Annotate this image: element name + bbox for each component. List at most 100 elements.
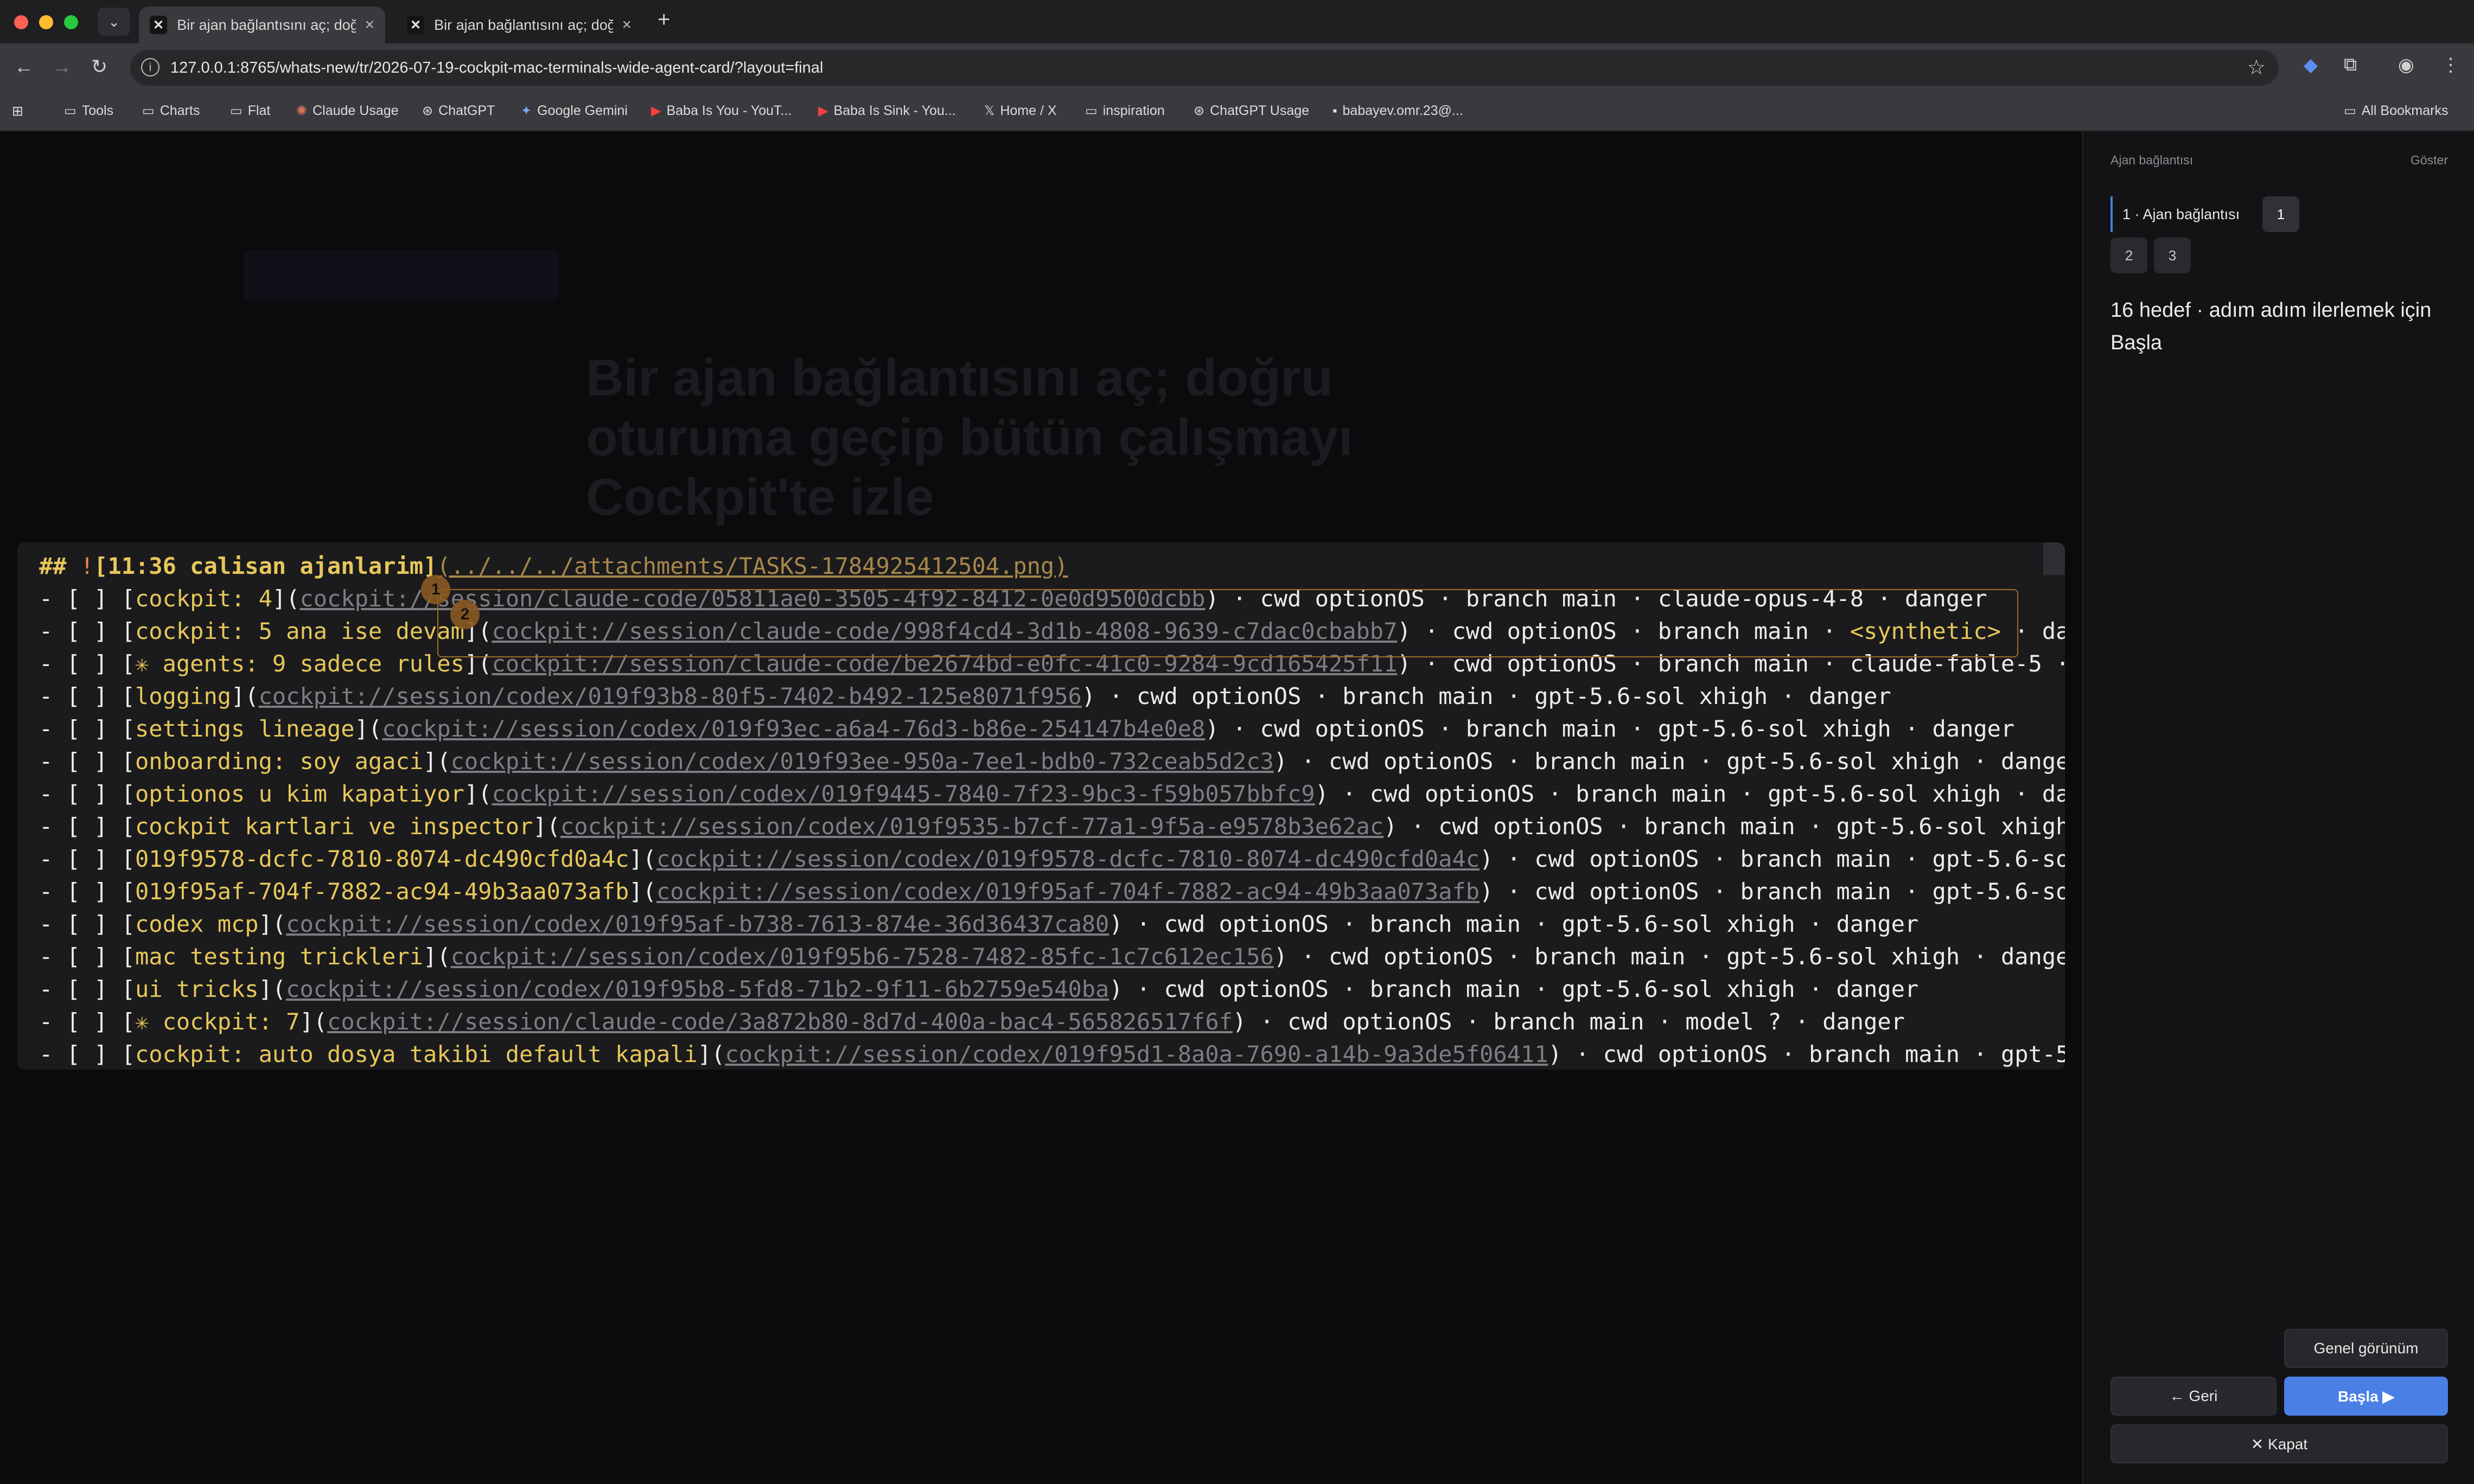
link-close: ) [1315,781,1329,807]
task-meta: · cwd optionOS · branch main · gpt-5.6-s… [1328,781,2065,807]
task-line: - [ ] [logging](cockpit://session/codex/… [39,680,2065,713]
back-arrow-icon[interactable]: ← [14,55,34,78]
tab-active[interactable]: ✕ Bir ajan bağlantısını aç; doğru × [139,7,385,43]
checkbox-marker[interactable]: - [ ] [ [39,911,135,937]
header-path[interactable]: (../../../attachments/TASKS-178492541250… [437,553,1068,579]
checkbox-marker[interactable]: - [ ] [ [39,943,135,970]
address-bar[interactable]: i 127.0.0.1:8765/whats-new/tr/2026-07-19… [130,50,2279,86]
new-tab-button[interactable]: + [658,8,670,32]
site-info-icon[interactable]: i [141,58,160,76]
forward-arrow-icon[interactable]: → [52,55,72,78]
link-close: ) [1109,976,1123,1002]
bookmark-chatgpt-usage[interactable]: ⊛ ChatGPT Usage [1194,103,1309,119]
x-icon: 𝕏 [984,104,995,118]
link-close: ) [1480,846,1494,872]
apps-grid-icon[interactable]: ⊞ [12,103,23,119]
session-link[interactable]: cockpit://session/codex/019f95b6-7528-74… [451,943,1274,970]
terminal-scrollbar[interactable] [2043,542,2065,575]
task-line: - [ ] [019f9578-dcfc-7810-8074-dc490cfd0… [39,843,2065,875]
start-button[interactable]: Başla ▶ [2284,1377,2448,1416]
minimize-window-button[interactable] [39,15,53,29]
bookmark-inspiration[interactable]: ▭ inspiration [1085,103,1165,119]
youtube-icon: ▶ [651,104,661,118]
close-window-button[interactable] [14,15,28,29]
session-link[interactable]: cockpit://session/codex/019f95af-b738-76… [286,911,1109,937]
task-title: onboarding: soy agaci [135,748,424,775]
close-tab-icon[interactable]: × [365,16,374,34]
reload-icon[interactable]: ↻ [91,55,107,78]
tab-search-button[interactable]: ⌄ [98,8,130,36]
tab-inactive[interactable]: ✕ Bir ajan bağlantısını aç; doğru × [396,7,642,43]
bookmark-star-icon[interactable]: ☆ [2247,55,2266,80]
folder-icon: ▭ [230,104,243,118]
task-line: - [ ] [onboarding: soy agaci](cockpit://… [39,745,2065,778]
bookmark-chatgpt[interactable]: ⊛ ChatGPT [422,103,495,119]
task-title: cockpit: 4 [135,585,272,612]
step-chip-1[interactable]: 1 [2262,196,2299,232]
task-title: cockpit kartlari ve inspector [135,813,533,840]
guide-panel: Ajan bağlantısı Göster 1 · Ajan bağlantı… [2082,131,2474,1484]
link-open: ]( [629,846,656,872]
task-line: - [ ] [mac testing trickleri](cockpit://… [39,941,2065,973]
session-link[interactable]: cockpit://session/codex/019f95af-704f-78… [656,878,1480,905]
close-button[interactable]: ✕ Kapat [2110,1424,2448,1463]
maximize-window-button[interactable] [64,15,78,29]
close-tab-icon[interactable]: × [622,16,632,34]
session-link[interactable]: cockpit://session/codex/019f93ee-950a-7e… [451,748,1274,775]
profile-avatar-icon[interactable]: ◉ [2398,54,2414,76]
checkbox-marker[interactable]: - [ ] [ [39,683,135,709]
step-chip-3[interactable]: 3 [2154,238,2191,273]
bookmark-gemini[interactable]: ✦ Google Gemini [521,103,628,119]
session-link[interactable]: cockpit://session/codex/019f9578-dcfc-78… [656,846,1480,872]
overview-button[interactable]: Genel görünüm [2284,1329,2448,1368]
link-open: ]( [423,943,451,970]
bookmark-babayev[interactable]: ▪ babayev.omr.23@... [1332,103,1463,119]
session-link[interactable]: cockpit://session/codex/019f95b8-5fd8-71… [286,976,1109,1002]
link-close: ) [1383,813,1398,840]
step-chip-2[interactable]: 2 [2110,238,2147,273]
terminal-header-line: ## ![11:36 calisan ajanlarim](../../../a… [39,550,2065,583]
bookmark-tools[interactable]: ▭ Tools [64,103,113,119]
all-bookmarks[interactable]: ▭ All Bookmarks [2344,103,2448,119]
extensions-puzzle-icon[interactable]: ⧉ [2344,54,2357,75]
checkbox-marker[interactable]: - [ ] [ [39,1008,135,1035]
bookmark-baba-is-you[interactable]: ▶ Baba Is You - YouT... [651,103,792,119]
session-link[interactable]: cockpit://session/codex/019f9535-b7cf-77… [560,813,1383,840]
checkbox-marker[interactable]: - [ ] [ [39,618,135,644]
bookmark-label: ChatGPT Usage [1210,103,1310,118]
checkbox-marker[interactable]: - [ ] [ [39,748,135,775]
task-meta: · cwd optionOS · branch main · gpt-5.6-s… [1287,748,2065,775]
session-link[interactable]: cockpit://session/codex/019f93ec-a6a4-76… [382,715,1205,742]
task-title: ✳ cockpit: 7 [135,1008,300,1035]
folder-icon: ▭ [1085,104,1098,118]
bookmark-charts[interactable]: ▭ Charts [142,103,200,119]
checkbox-marker[interactable]: - [ ] [ [39,813,135,840]
checkbox-marker[interactable]: - [ ] [ [39,781,135,807]
menu-kebab-icon[interactable]: ⋮ [2441,54,2460,76]
checkbox-marker[interactable]: - [ ] [ [39,715,135,742]
back-button[interactable]: ← Geri [2110,1377,2277,1416]
session-link[interactable]: cockpit://session/codex/019f93b8-80f5-74… [259,683,1082,709]
bookmark-flat[interactable]: ▭ Flat [230,103,270,119]
checkbox-marker[interactable]: - [ ] [ [39,976,135,1002]
active-step[interactable]: 1 · Ajan bağlantısı [2110,196,2241,232]
bookmark-baba-is-sink[interactable]: ▶ Baba Is Sink - You... [818,103,956,119]
bookmark-home-x[interactable]: 𝕏 Home / X [984,103,1057,119]
checkbox-marker[interactable]: - [ ] [ [39,585,135,612]
checkbox-marker[interactable]: - [ ] [ [39,878,135,905]
youtube-icon: ▶ [818,104,828,118]
site-icon: ▪ [1332,103,1337,118]
task-line: - [ ] [codex mcp](cockpit://session/code… [39,908,2065,941]
show-toggle[interactable]: Göster [2411,153,2448,168]
checkbox-marker[interactable]: - [ ] [ [39,1041,135,1067]
checkbox-marker[interactable]: - [ ] [ [39,846,135,872]
session-link[interactable]: cockpit://session/codex/019f95d1-8a0a-76… [725,1041,1548,1067]
extension-gem-icon[interactable]: ◆ [2304,54,2318,76]
session-link[interactable]: cockpit://session/claude-code/3a872b80-8… [327,1008,1233,1035]
checkbox-marker[interactable]: - [ ] [ [39,650,135,677]
bookmark-claude-usage[interactable]: ✺ Claude Usage [296,103,399,119]
task-meta: · cwd optionOS · branch main · gpt-5.6-s… [1576,1041,2065,1067]
bookmark-label: Google Gemini [537,103,628,118]
session-link[interactable]: cockpit://session/codex/019f9445-7840-7f… [492,781,1315,807]
backdrop-heading: Bir ajan bağlantısını aç; doğru oturuma … [586,349,1353,526]
